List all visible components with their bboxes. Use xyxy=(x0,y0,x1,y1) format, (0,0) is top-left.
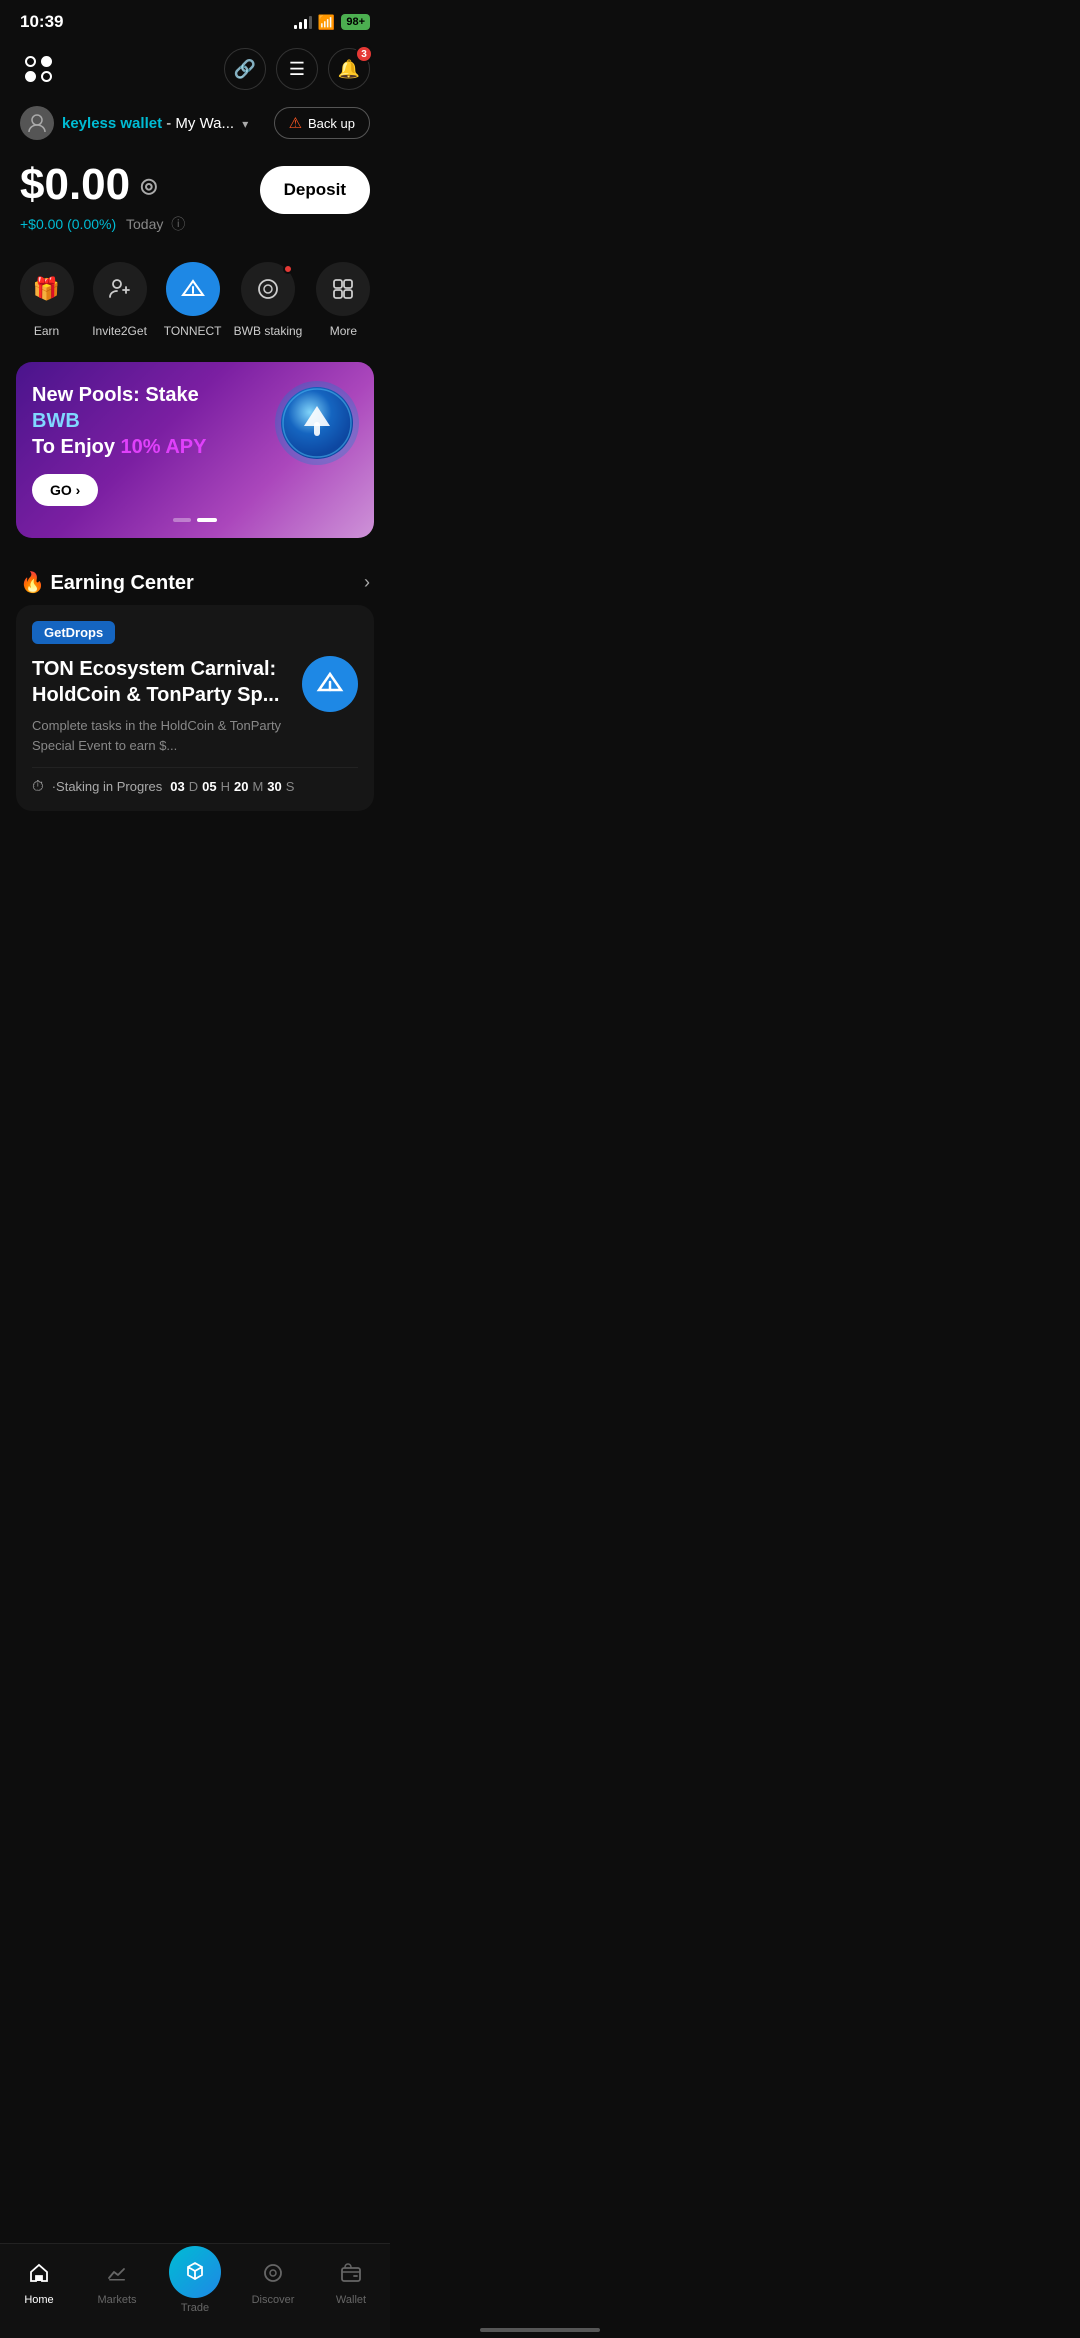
header-nav: 🔗 ☰ 🔔 3 xyxy=(0,40,390,102)
trade-center-button[interactable] xyxy=(169,2246,221,2298)
tonnect-action[interactable]: TONNECT xyxy=(161,262,225,338)
wallet-avatar xyxy=(20,106,54,140)
nav-item-discover[interactable]: Discover xyxy=(243,2262,303,2306)
menu-icon: ☰ xyxy=(289,59,305,80)
status-icons: 📶 98+ xyxy=(294,14,370,31)
balance-change: +$0.00 (0.00%) Today ⓘ xyxy=(20,214,185,234)
earning-card-icon xyxy=(302,656,358,712)
staking-label: ·Staking in Progres xyxy=(52,779,163,794)
more-icon xyxy=(331,277,355,301)
nav-item-home[interactable]: Home xyxy=(9,2262,69,2306)
balance-section: $0.00 ◎ +$0.00 (0.00%) Today ⓘ Deposit xyxy=(0,152,390,250)
earning-card-title: TON Ecosystem Carnival: HoldCoin & TonPa… xyxy=(32,656,290,708)
nav-item-markets[interactable]: Markets xyxy=(87,2262,147,2306)
markets-nav-label: Markets xyxy=(97,2294,136,2306)
wallet-icon xyxy=(340,2262,362,2290)
earning-card[interactable]: GetDrops TON Ecosystem Carnival: HoldCoi… xyxy=(16,605,374,811)
more-label: More xyxy=(330,324,357,338)
earn-action[interactable]: 🎁 Earn xyxy=(15,262,79,338)
discover-icon xyxy=(262,2262,284,2290)
discover-nav-label: Discover xyxy=(252,2294,295,2306)
banner-dots xyxy=(32,518,358,522)
nav-right-buttons: 🔗 ☰ 🔔 3 xyxy=(224,48,370,90)
banner-title: New Pools: Stake BWB To Enjoy 10% APY xyxy=(32,382,221,460)
nav-item-wallet[interactable]: Wallet xyxy=(321,2262,381,2306)
ton-icon xyxy=(314,668,346,700)
quick-actions: 🎁 Earn Invite2Get TONN xyxy=(0,250,390,346)
more-action[interactable]: More xyxy=(311,262,375,338)
invite-label: Invite2Get xyxy=(92,324,147,338)
markets-icon xyxy=(106,2262,128,2290)
deposit-button[interactable]: Deposit xyxy=(260,166,370,214)
trade-nav-label: Trade xyxy=(181,2302,209,2314)
app-logo[interactable] xyxy=(20,50,58,88)
status-time: 10:39 xyxy=(20,12,63,32)
bwb-label: BWB staking xyxy=(234,324,303,338)
tonnect-icon xyxy=(179,275,207,303)
earn-label: Earn xyxy=(34,324,59,338)
wallet-label[interactable]: keyless wallet - My Wa... ▾ xyxy=(20,106,248,140)
getdrops-badge: GetDrops xyxy=(32,621,115,644)
bwb-dot xyxy=(283,264,293,274)
banner-coin-graphic xyxy=(272,378,362,468)
battery-indicator: 98+ xyxy=(341,14,370,30)
tonnect-label: TONNECT xyxy=(164,324,222,338)
bwb-action[interactable]: BWB staking xyxy=(234,262,303,338)
wallet-row: keyless wallet - My Wa... ▾ ⚠ Back up xyxy=(0,102,390,152)
wallet-chevron-icon: ▾ xyxy=(242,117,248,131)
earning-center-title: 🔥 Earning Center xyxy=(20,570,194,595)
signal-icon xyxy=(294,15,312,29)
invite-icon xyxy=(108,277,132,301)
invite-action[interactable]: Invite2Get xyxy=(88,262,152,338)
bottom-nav: Home Markets Trade Discover xyxy=(0,2243,390,2338)
notification-button[interactable]: 🔔 3 xyxy=(328,48,370,90)
home-nav-label: Home xyxy=(24,2294,53,2306)
wifi-icon: 📶 xyxy=(318,14,335,31)
warning-icon: ⚠ xyxy=(289,114,302,132)
clock-icon: ⏱ xyxy=(32,778,44,795)
earning-card-desc: Complete tasks in the HoldCoin & TonPart… xyxy=(32,716,290,755)
home-indicator xyxy=(480,2328,600,2332)
bell-icon: 🔔 xyxy=(338,59,360,80)
eye-icon[interactable]: ◎ xyxy=(140,173,157,198)
backup-button[interactable]: ⚠ Back up xyxy=(274,107,370,139)
bwb-staking-icon xyxy=(256,277,280,301)
staking-row: ⏱ ·Staking in Progres 03 D 05 H 20 M 30 … xyxy=(32,767,358,795)
banner-dot-2 xyxy=(197,518,217,522)
staking-timer: 03 D 05 H 20 M 30 S xyxy=(170,779,294,794)
banner-dot-1 xyxy=(173,518,191,522)
link-button[interactable]: 🔗 xyxy=(224,48,266,90)
notification-badge: 3 xyxy=(355,45,373,63)
status-bar: 10:39 📶 98+ xyxy=(0,0,390,40)
link-icon: 🔗 xyxy=(234,59,256,80)
menu-button[interactable]: ☰ xyxy=(276,48,318,90)
info-icon: ⓘ xyxy=(171,216,185,232)
home-icon xyxy=(28,2262,50,2290)
nav-item-trade[interactable]: Trade xyxy=(165,2254,225,2314)
promo-banner[interactable]: New Pools: Stake BWB To Enjoy 10% APY GO… xyxy=(16,362,374,538)
gift-icon: 🎁 xyxy=(33,276,60,302)
balance-amount: $0.00 ◎ xyxy=(20,160,185,210)
wallet-name: keyless wallet - My Wa... ▾ xyxy=(62,115,248,132)
earning-center-arrow[interactable]: › xyxy=(364,572,370,593)
banner-go-button[interactable]: GO › xyxy=(32,474,98,506)
wallet-nav-label: Wallet xyxy=(336,2294,366,2306)
earning-center-header: 🔥 Earning Center › xyxy=(0,554,390,605)
